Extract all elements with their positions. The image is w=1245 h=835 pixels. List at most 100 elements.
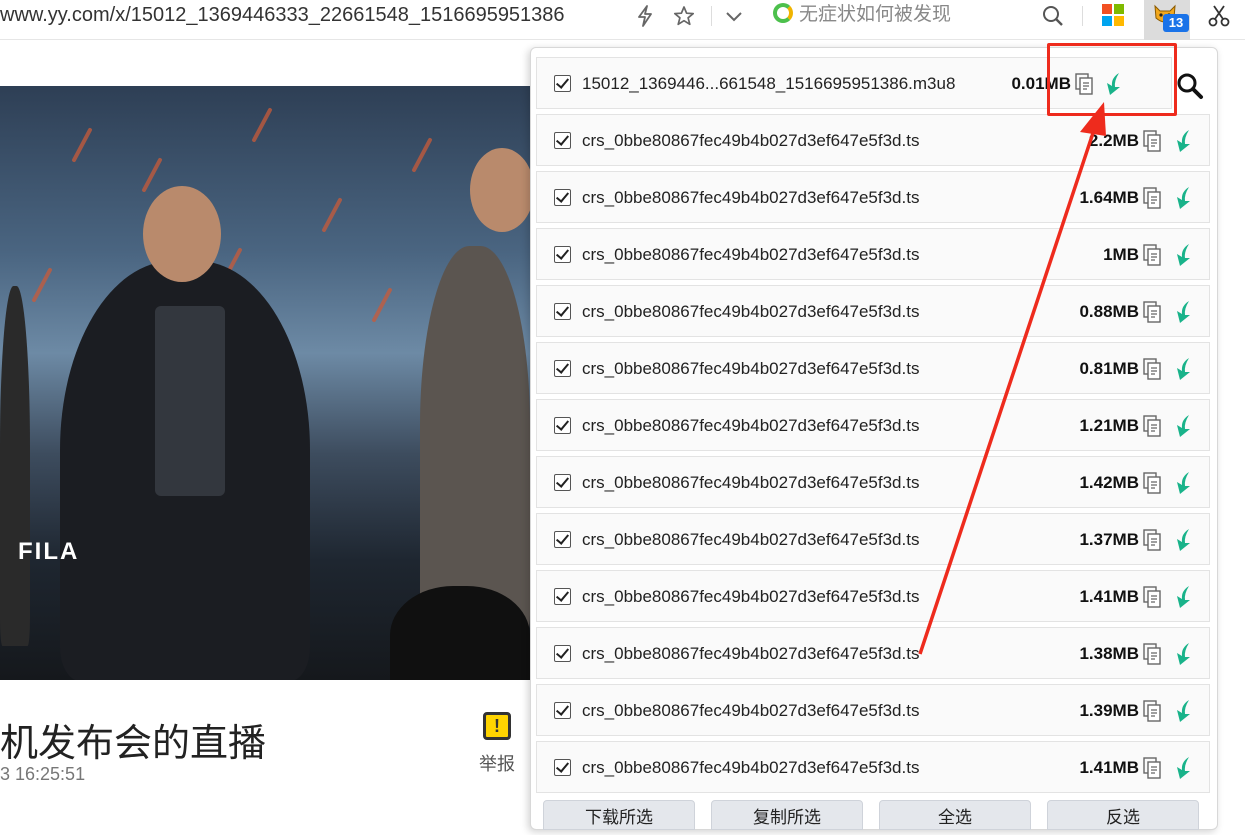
- download-icon[interactable]: [1171, 471, 1193, 495]
- file-name: 15012_1369446...661548_1516695951386.m3u…: [582, 74, 956, 93]
- file-checkbox[interactable]: [554, 759, 571, 776]
- file-name: crs_0bbe80867fec49b4b027d3ef647e5f3d.ts: [582, 131, 920, 150]
- copy-icon[interactable]: [1143, 130, 1161, 152]
- video-logo-text: FILA: [18, 538, 80, 565]
- download-icon[interactable]: [1171, 585, 1193, 609]
- file-row[interactable]: crs_0bbe80867fec49b4b027d3ef647e5f3d.ts 1…: [536, 399, 1210, 451]
- file-name: crs_0bbe80867fec49b4b027d3ef647e5f3d.ts: [582, 359, 920, 378]
- video-scene: [321, 197, 343, 233]
- file-size: 1.41MB: [1079, 587, 1139, 606]
- file-size: 1.39MB: [1079, 701, 1139, 720]
- file-row[interactable]: crs_0bbe80867fec49b4b027d3ef647e5f3d.ts 1…: [536, 171, 1210, 223]
- copy-icon[interactable]: [1143, 643, 1161, 665]
- copy-selected-button[interactable]: 复制所选: [711, 800, 863, 830]
- file-row[interactable]: crs_0bbe80867fec49b4b027d3ef647e5f3d.ts 0…: [536, 342, 1210, 394]
- file-name: crs_0bbe80867fec49b4b027d3ef647e5f3d.ts: [582, 530, 920, 549]
- file-name: crs_0bbe80867fec49b4b027d3ef647e5f3d.ts: [582, 587, 920, 606]
- file-size: 2.2MB: [1088, 131, 1139, 150]
- file-row[interactable]: crs_0bbe80867fec49b4b027d3ef647e5f3d.ts 1…: [536, 627, 1210, 679]
- download-icon[interactable]: [1171, 186, 1193, 210]
- file-name: crs_0bbe80867fec49b4b027d3ef647e5f3d.ts: [582, 644, 920, 663]
- file-row[interactable]: crs_0bbe80867fec49b4b027d3ef647e5f3d.ts 1…: [536, 741, 1210, 793]
- microsoft-logo-icon[interactable]: [1102, 4, 1124, 26]
- address-bar[interactable]: www.yy.com/x/15012_1369446333_22661548_1…: [0, 0, 612, 30]
- page-timestamp: 3 16:25:51: [0, 764, 86, 784]
- download-icon[interactable]: [1171, 414, 1193, 438]
- copy-icon[interactable]: [1143, 472, 1161, 494]
- report-label: 举报: [479, 754, 515, 774]
- copy-icon[interactable]: [1143, 187, 1161, 209]
- file-row[interactable]: crs_0bbe80867fec49b4b027d3ef647e5f3d.ts 1…: [536, 684, 1210, 736]
- file-row[interactable]: crs_0bbe80867fec49b4b027d3ef647e5f3d.ts 1…: [536, 570, 1210, 622]
- file-checkbox[interactable]: [554, 531, 571, 548]
- download-selected-button[interactable]: 下载所选: [543, 800, 695, 830]
- video-scene: [411, 137, 433, 173]
- file-name: crs_0bbe80867fec49b4b027d3ef647e5f3d.ts: [582, 701, 920, 720]
- copy-icon[interactable]: [1143, 757, 1161, 779]
- report-icon: !: [483, 712, 511, 740]
- file-row[interactable]: crs_0bbe80867fec49b4b027d3ef647e5f3d.ts 1…: [536, 456, 1210, 508]
- file-size: 1MB: [1103, 245, 1139, 264]
- search-icon[interactable]: [1040, 4, 1066, 28]
- file-name: crs_0bbe80867fec49b4b027d3ef647e5f3d.ts: [582, 188, 920, 207]
- file-row[interactable]: crs_0bbe80867fec49b4b027d3ef647e5f3d.ts 0…: [536, 285, 1210, 337]
- file-checkbox[interactable]: [554, 246, 571, 263]
- annotation-highlight-box: [1047, 43, 1177, 116]
- file-size: 1.21MB: [1079, 416, 1139, 435]
- file-size: 1.42MB: [1079, 473, 1139, 492]
- file-row[interactable]: crs_0bbe80867fec49b4b027d3ef647e5f3d.ts 1…: [536, 513, 1210, 565]
- file-checkbox[interactable]: [554, 588, 571, 605]
- file-checkbox[interactable]: [554, 303, 571, 320]
- video-scene: [251, 107, 273, 143]
- report-button[interactable]: ! 举报: [476, 712, 518, 776]
- file-checkbox[interactable]: [554, 645, 571, 662]
- file-checkbox[interactable]: [554, 189, 571, 206]
- video-scene: [371, 287, 393, 323]
- copy-icon[interactable]: [1143, 301, 1161, 323]
- file-checkbox[interactable]: [554, 417, 571, 434]
- extension-count-badge: 13: [1163, 14, 1189, 32]
- person-shirt: [155, 306, 225, 496]
- download-icon[interactable]: [1171, 642, 1193, 666]
- file-checkbox[interactable]: [554, 474, 571, 491]
- star-icon[interactable]: [671, 4, 697, 28]
- file-checkbox[interactable]: [554, 75, 571, 92]
- video-scene: [71, 127, 93, 163]
- file-size: 1.38MB: [1079, 644, 1139, 663]
- copy-icon[interactable]: [1143, 529, 1161, 551]
- file-checkbox[interactable]: [554, 360, 571, 377]
- file-name: crs_0bbe80867fec49b4b027d3ef647e5f3d.ts: [582, 416, 920, 435]
- file-row[interactable]: crs_0bbe80867fec49b4b027d3ef647e5f3d.ts 2…: [536, 114, 1210, 166]
- scissors-icon[interactable]: [1206, 4, 1232, 28]
- search-suggestion[interactable]: 无症状如何被发现: [773, 1, 951, 29]
- download-icon[interactable]: [1171, 243, 1193, 267]
- file-name: crs_0bbe80867fec49b4b027d3ef647e5f3d.ts: [582, 758, 920, 777]
- lightning-icon[interactable]: [632, 4, 658, 28]
- copy-icon[interactable]: [1143, 415, 1161, 437]
- copy-icon[interactable]: [1143, 700, 1161, 722]
- video-player[interactable]: FILA: [0, 86, 530, 680]
- download-icon[interactable]: [1171, 699, 1193, 723]
- toolbar-separator: [711, 6, 712, 26]
- download-icon[interactable]: [1171, 756, 1193, 780]
- copy-icon[interactable]: [1143, 244, 1161, 266]
- copy-icon[interactable]: [1143, 358, 1161, 380]
- popup-action-bar: 下载所选 复制所选 全选 反选: [536, 800, 1210, 830]
- select-all-button[interactable]: 全选: [879, 800, 1031, 830]
- file-name: crs_0bbe80867fec49b4b027d3ef647e5f3d.ts: [582, 302, 920, 321]
- browser-toolbar: www.yy.com/x/15012_1369446333_22661548_1…: [0, 0, 1245, 40]
- invert-selection-button[interactable]: 反选: [1047, 800, 1199, 830]
- chevron-down-icon[interactable]: [721, 4, 747, 28]
- file-checkbox[interactable]: [554, 132, 571, 149]
- file-row[interactable]: crs_0bbe80867fec49b4b027d3ef647e5f3d.ts 1…: [536, 228, 1210, 280]
- toolbar-separator: [1082, 6, 1083, 26]
- copy-icon[interactable]: [1143, 586, 1161, 608]
- file-checkbox[interactable]: [554, 702, 571, 719]
- download-icon[interactable]: [1171, 300, 1193, 324]
- download-icon[interactable]: [1171, 357, 1193, 381]
- download-icon[interactable]: [1171, 129, 1193, 153]
- zoom-icon[interactable]: [1176, 72, 1204, 100]
- file-size: 1.64MB: [1079, 188, 1139, 207]
- file-size: 1.37MB: [1079, 530, 1139, 549]
- download-icon[interactable]: [1171, 528, 1193, 552]
